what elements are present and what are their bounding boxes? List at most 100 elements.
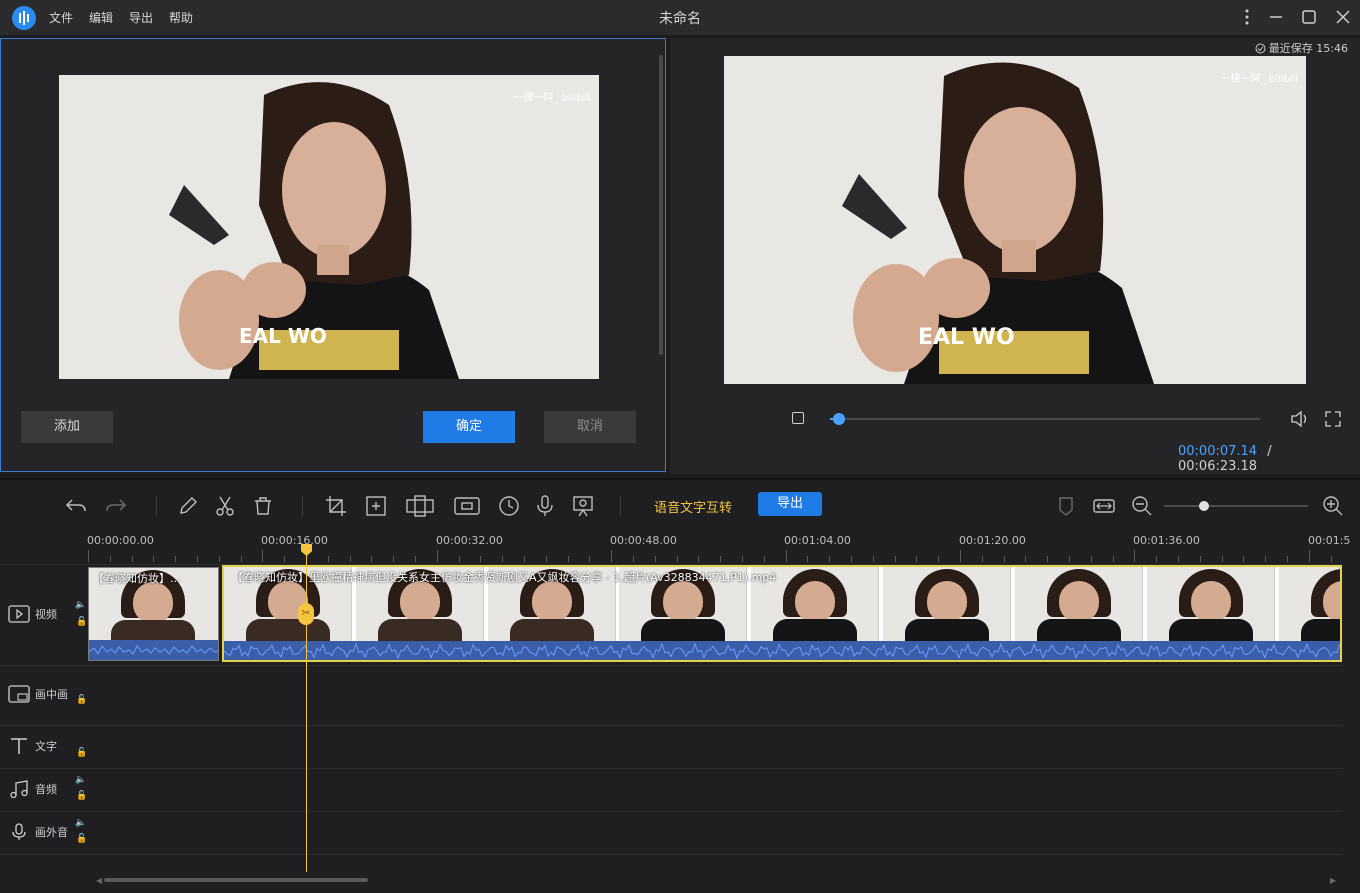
fit-icon[interactable] [1092,494,1116,518]
waveform-line [224,642,1340,660]
lock-icon[interactable]: 🔓 [76,791,87,801]
text-track-icon [11,738,27,754]
split-scissors-icon[interactable]: ✂ [298,603,314,625]
ruler-label: 00:01:5 [1308,534,1351,547]
ruler-tick [218,556,220,562]
video-track-icon [8,605,30,623]
redo-icon[interactable] [104,494,128,518]
ruler-tick [1199,556,1201,562]
edit-icon[interactable] [176,494,200,518]
playback-progress-handle[interactable] [832,413,845,425]
total-time: 00:06:23.18 [1178,459,1258,474]
ruler-tick [327,556,329,562]
ruler-tick [960,550,961,562]
clip-waveform [89,640,218,660]
player-watermark: 一棵一阿_ bilibili [1220,74,1298,85]
ruler-tick [175,556,177,562]
player-preview-frame: EAL WO 一棵一阿_ bilibili [724,56,1306,384]
music-icon [10,780,28,798]
video-clip[interactable]: 【春晓知仿妆】... [88,567,219,661]
ruler-tick [633,556,634,562]
check-circle-icon [1255,43,1266,53]
clip-thumbnail [1278,567,1340,641]
ruler-tick [785,550,787,562]
video-clip-selected[interactable]: 【春晓知仿妆】里欧撞精神病但没关系女主仿妆金秀贤新剧又A又飒妆容分享 - 1.超… [222,565,1342,662]
audio-track-label: 音频 [35,783,57,796]
playback-progress-bar[interactable] [830,413,1260,425]
ruler-tick [1047,556,1049,562]
ruler-tick [829,556,831,562]
mic-icon[interactable] [533,494,557,518]
lock-icon[interactable]: 🔓 [76,834,87,844]
zoom-in-icon[interactable] [1321,494,1345,518]
ruler-label: 00:01:36.00 [1133,534,1200,547]
webcam-icon[interactable] [571,494,595,518]
text-track-label: 文字 [35,740,57,753]
ruler-tick [284,556,286,562]
clip-title: 【春晓知仿妆】... [93,572,181,585]
ruler-tick [1003,556,1005,562]
scroll-right-icon[interactable]: ▶ [1330,876,1336,885]
timeline-scrollbar[interactable] [104,878,368,882]
marker-icon[interactable] [1054,494,1078,518]
ruler-tick [567,556,569,562]
maximize-icon[interactable] [1300,8,1318,26]
ruler-tick [1112,556,1114,562]
speaker-icon[interactable]: 🔈 [75,775,86,785]
pip-track: 画中画 🔓 [0,665,1343,726]
ruler-tick [458,556,460,562]
close-icon[interactable] [1334,8,1352,26]
stop-icon[interactable] [792,412,804,424]
ruler-tick [676,556,678,562]
lock-icon[interactable]: 🔓 [76,617,87,627]
cancel-button[interactable]: 取消 [544,411,636,443]
export-button[interactable]: 导出 [758,492,822,516]
toolbar-divider [302,496,303,516]
more-icon[interactable] [1238,8,1256,26]
timeline-panel: 语音文字互转 导出 00:00:00.00 00:00:16.00 00:00:… [0,478,1360,893]
mosaic-icon[interactable] [405,494,435,518]
confirm-button[interactable]: 确定 [423,411,515,443]
speech-text-button[interactable]: 语音文字互转 [654,497,732,516]
ruler-tick [589,556,591,562]
fullscreen-icon[interactable] [1324,410,1342,431]
voiceover-track-label: 画外音 [35,826,68,839]
svg-text:EAL WO: EAL WO [918,325,1015,350]
zoom-out-icon[interactable] [1130,494,1154,518]
ruler-tick [1090,556,1092,562]
lock-icon[interactable]: 🔓 [76,695,87,705]
ruler-tick [524,556,525,562]
playhead[interactable] [306,546,307,872]
ruler-tick [894,556,896,562]
ruler-tick [807,556,809,562]
source-preview-frame: EAL WO 一棵一阿_ bilibili [59,75,599,379]
volume-icon[interactable] [1290,410,1310,431]
zoom-slider-handle[interactable] [1199,501,1210,511]
clip-thumbnail [883,567,1012,641]
zoom-icon[interactable] [364,494,388,518]
ruler-tick [371,556,373,562]
ruler-label: 00:01:04.00 [784,534,851,547]
scissors-icon[interactable] [213,494,237,518]
ruler-tick [611,550,613,562]
clip-thumbnail [1146,567,1275,641]
speaker-icon[interactable]: 🔈 [75,818,86,828]
freeze-icon[interactable] [453,494,481,518]
clip-thumbnail [1014,567,1143,641]
trash-icon[interactable] [251,494,275,518]
speaker-icon[interactable]: 🔈 [75,600,86,610]
minimize-icon[interactable] [1267,8,1285,26]
lock-icon[interactable]: 🔓 [76,748,87,758]
autosave-text: 最近保存 15:46 [1268,42,1348,55]
ruler-tick [153,556,155,562]
scroll-left-icon[interactable]: ◀ [96,876,102,885]
zoom-slider[interactable] [1164,501,1308,511]
scrollbar[interactable] [659,55,663,355]
ruler-tick [262,550,264,562]
ruler-label: 00:00:00.00 [87,534,154,547]
crop-icon[interactable] [324,494,348,518]
ruler-tick [1243,556,1245,562]
add-button[interactable]: 添加 [21,411,113,443]
undo-icon[interactable] [64,494,88,518]
speed-icon[interactable] [497,494,521,518]
